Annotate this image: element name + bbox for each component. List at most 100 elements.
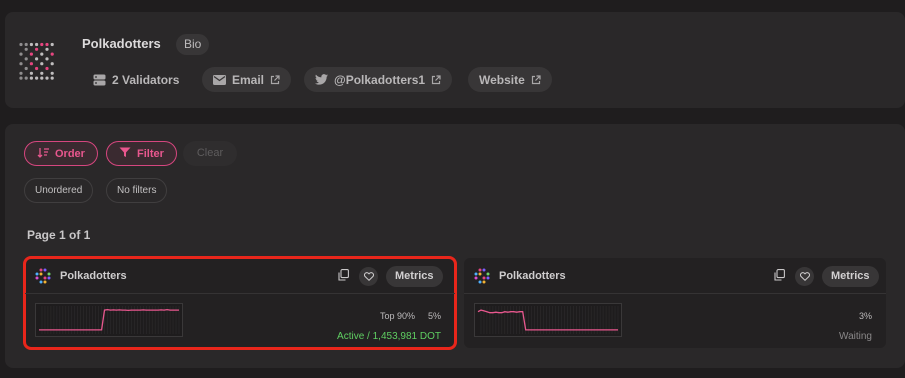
copy-address-button[interactable] bbox=[334, 267, 353, 286]
logo-dot bbox=[39, 280, 43, 284]
validator-logo bbox=[35, 268, 51, 284]
validator-logo bbox=[474, 268, 490, 284]
clear-button[interactable]: Clear bbox=[183, 141, 237, 166]
entity-name: Polkadotters bbox=[82, 36, 161, 51]
filter-button[interactable]: Filter bbox=[106, 141, 177, 166]
heart-icon bbox=[363, 268, 374, 286]
logo-dot bbox=[29, 71, 33, 75]
logo-dot bbox=[478, 272, 482, 276]
twitter-link[interactable]: @Polkadotters1 bbox=[304, 67, 453, 92]
era-points-sparkline bbox=[474, 303, 622, 337]
logo-dot bbox=[35, 276, 39, 280]
server-icon bbox=[93, 74, 106, 86]
logo-dot bbox=[40, 42, 44, 47]
logo-dot bbox=[45, 57, 49, 61]
order-label: Order bbox=[55, 147, 85, 160]
logo-dot bbox=[24, 66, 28, 71]
email-label: Email bbox=[232, 72, 265, 87]
logo-dot bbox=[43, 280, 47, 284]
filter-label: Filter bbox=[137, 147, 164, 160]
logo-dot bbox=[39, 268, 43, 272]
logo-dot bbox=[40, 71, 44, 75]
logo-dot bbox=[45, 47, 49, 51]
logo-dot bbox=[29, 52, 33, 56]
logo-dot bbox=[482, 276, 486, 280]
logo-dot bbox=[486, 272, 490, 276]
logo-dot bbox=[43, 276, 47, 280]
validator-name: Polkadotters bbox=[60, 270, 127, 282]
entity-header-panel: Polkadotters Bio 2 Validators Email @Pol… bbox=[5, 12, 905, 108]
logo-dot bbox=[486, 276, 490, 280]
validator-card-header: Polkadotters Metrics bbox=[25, 258, 455, 294]
logo-dot bbox=[40, 76, 44, 80]
order-button[interactable]: Order bbox=[24, 141, 98, 166]
external-link-icon bbox=[531, 74, 541, 85]
logo-dot bbox=[35, 272, 39, 276]
website-label: Website bbox=[479, 72, 525, 87]
logo-dot bbox=[40, 52, 44, 56]
logo-dot bbox=[50, 71, 54, 75]
logo-dot bbox=[45, 66, 49, 71]
validator-card-header: Polkadotters Metrics bbox=[464, 258, 886, 294]
logo-dot bbox=[19, 42, 23, 47]
order-state-chip: Unordered bbox=[24, 178, 94, 203]
logo-dot bbox=[40, 62, 44, 66]
email-link[interactable]: Email bbox=[202, 67, 292, 92]
validator-commission: 5% bbox=[427, 311, 441, 321]
website-link[interactable]: Website bbox=[468, 67, 552, 92]
logo-dot bbox=[482, 280, 486, 284]
bio-button[interactable]: Bio bbox=[176, 34, 210, 55]
logo-dot bbox=[50, 42, 54, 47]
twitter-icon bbox=[315, 74, 328, 85]
polkadotters-logo bbox=[18, 42, 56, 80]
favorite-button[interactable] bbox=[795, 267, 814, 286]
logo-dot bbox=[29, 62, 33, 66]
logo-dot bbox=[47, 276, 51, 280]
logo-dot bbox=[45, 76, 49, 80]
external-link-icon bbox=[270, 74, 280, 85]
logo-dot bbox=[35, 47, 39, 51]
favorite-button[interactable] bbox=[359, 267, 378, 286]
logo-dot bbox=[35, 42, 39, 47]
validator-list-panel: Order Filter Clear Unordered No filters … bbox=[5, 124, 905, 368]
logo-dot bbox=[19, 71, 23, 75]
validator-status: Waiting bbox=[839, 331, 872, 342]
sparkline-frame bbox=[474, 303, 622, 337]
logo-dot bbox=[24, 76, 28, 80]
logo-dot bbox=[19, 62, 23, 66]
logo-dot bbox=[50, 62, 54, 66]
logo-dot bbox=[478, 280, 482, 284]
sparkline-frame bbox=[35, 303, 183, 337]
validator-name: Polkadotters bbox=[499, 270, 566, 282]
logo-dot bbox=[29, 76, 33, 80]
logo-dot bbox=[43, 268, 47, 272]
logo-dot bbox=[24, 57, 28, 61]
logo-dot bbox=[35, 76, 39, 80]
logo-dot bbox=[45, 42, 49, 47]
copy-address-button[interactable] bbox=[770, 267, 789, 286]
page-indicator: Page 1 of 1 bbox=[27, 228, 91, 242]
metrics-button[interactable]: Metrics bbox=[822, 266, 879, 287]
filter-icon bbox=[119, 147, 131, 161]
validator-card[interactable]: Polkadotters Metrics 3% Waiting bbox=[464, 258, 886, 348]
logo-dot bbox=[29, 42, 33, 47]
metrics-button[interactable]: Metrics bbox=[386, 266, 443, 287]
validators-count: 2 Validators bbox=[93, 67, 179, 92]
logo-dot bbox=[47, 272, 51, 276]
envelope-icon bbox=[213, 74, 226, 85]
heart-icon bbox=[799, 268, 810, 286]
logo-dot bbox=[50, 76, 54, 80]
copy-icon bbox=[338, 268, 349, 286]
logo-dot bbox=[482, 268, 486, 272]
logo-dot bbox=[35, 66, 39, 71]
copy-icon bbox=[774, 268, 785, 286]
filter-state-chip: No filters bbox=[106, 178, 168, 203]
logo-dot bbox=[50, 52, 54, 56]
logo-dot bbox=[474, 276, 478, 280]
logo-dot bbox=[24, 47, 28, 51]
logo-dot bbox=[39, 272, 43, 276]
validator-card[interactable]: Polkadotters Metrics Top 90% 5% Active /… bbox=[23, 256, 457, 350]
validators-count-label: 2 Validators bbox=[112, 72, 180, 87]
twitter-label: @Polkadotters1 bbox=[334, 72, 426, 87]
validator-status: Active / 1,453,981 DOT bbox=[337, 331, 441, 342]
